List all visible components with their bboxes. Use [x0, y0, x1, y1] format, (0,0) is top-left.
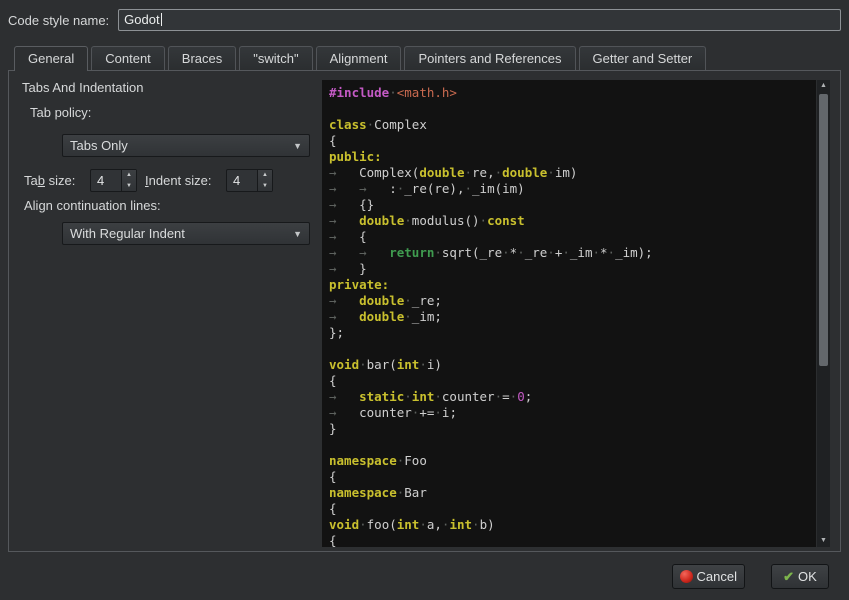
code-line: → → return·sqrt(_re·*·_re·+·_im·*·_im);	[329, 245, 816, 261]
code-line: #include·<math.h>	[329, 85, 816, 101]
align-continuation-lines-value: With Regular Indent	[70, 226, 185, 241]
spin-up-icon[interactable]: ▲	[258, 170, 272, 181]
tab-switch[interactable]: "switch"	[239, 46, 312, 70]
dialog-button-row: Cancel ✔ OK	[672, 564, 829, 589]
name-row: Code style name: Godot	[8, 8, 841, 32]
code-style-name-label: Code style name:	[8, 13, 109, 28]
cancel-button[interactable]: Cancel	[672, 564, 745, 589]
code-line: void·foo(int·a,·int·b)	[329, 517, 816, 533]
code-line: → counter·+=·i;	[329, 405, 816, 421]
tab-content[interactable]: Content	[91, 46, 165, 70]
tabs-and-indentation-group-title: Tabs And Indentation	[22, 80, 143, 95]
cancel-icon	[680, 570, 693, 583]
align-continuation-lines-label: Align continuation lines:	[24, 198, 161, 213]
indent-size-value: 4	[227, 170, 257, 191]
code-line: namespace·Bar	[329, 485, 816, 501]
ok-button-label: OK	[798, 569, 817, 584]
tab-size-stepper[interactable]: 4 ▲ ▼	[90, 169, 137, 192]
code-line: → {}	[329, 197, 816, 213]
code-line: private:	[329, 277, 816, 293]
code-line: {	[329, 533, 816, 547]
align-continuation-lines-dropdown[interactable]: With Regular Indent ▼	[62, 222, 310, 245]
code-line: → }	[329, 261, 816, 277]
spin-up-icon[interactable]: ▲	[122, 170, 136, 181]
tab-pointers-and-references[interactable]: Pointers and References	[404, 46, 575, 70]
indent-size-spin-buttons: ▲ ▼	[257, 170, 272, 191]
code-style-name-value: Godot	[124, 12, 159, 27]
indent-size-label: Indent size:	[145, 169, 212, 192]
cancel-button-label: Cancel	[697, 569, 737, 584]
tab-size-spin-buttons: ▲ ▼	[121, 170, 136, 191]
scrollbar-thumb[interactable]	[819, 94, 828, 366]
code-line: → double·_im;	[329, 309, 816, 325]
code-line: → static·int·counter·=·0;	[329, 389, 816, 405]
spin-down-icon[interactable]: ▼	[258, 181, 272, 192]
code-line: void·bar(int·i)	[329, 357, 816, 373]
tab-general[interactable]: General	[14, 46, 88, 71]
spin-down-icon[interactable]: ▼	[122, 181, 136, 192]
tab-size-label: Tab size:	[24, 169, 75, 192]
code-line	[329, 437, 816, 453]
general-tab-panel: Tabs And Indentation Tab policy: Tabs On…	[8, 70, 841, 552]
code-line: {	[329, 501, 816, 517]
chevron-down-icon: ▼	[293, 229, 302, 240]
code-line: → Complex(double·re,·double·im)	[329, 165, 816, 181]
scrollbar-track[interactable]	[817, 92, 830, 535]
scroll-down-icon[interactable]: ▼	[817, 535, 830, 547]
code-line	[329, 341, 816, 357]
code-style-name-input[interactable]: Godot	[118, 9, 841, 31]
code-line: namespace·Foo	[329, 453, 816, 469]
code-line: }	[329, 421, 816, 437]
scroll-up-icon[interactable]: ▲	[817, 80, 830, 92]
check-icon: ✔	[783, 570, 794, 583]
text-cursor	[161, 13, 162, 26]
ok-button[interactable]: ✔ OK	[771, 564, 829, 589]
tab-getter-and-setter[interactable]: Getter and Setter	[579, 46, 707, 70]
code-line: → → :·_re(re),·_im(im)	[329, 181, 816, 197]
code-line	[329, 101, 816, 117]
tab-alignment[interactable]: Alignment	[316, 46, 402, 70]
tab-policy-value: Tabs Only	[70, 138, 128, 153]
tab-policy-dropdown[interactable]: Tabs Only ▼	[62, 134, 310, 157]
tab-braces[interactable]: Braces	[168, 46, 236, 70]
code-preview: #include·<math.h>class·Complex{public:→ …	[322, 80, 830, 547]
code-line: class·Complex	[329, 117, 816, 133]
code-line: {	[329, 133, 816, 149]
indent-size-stepper[interactable]: 4 ▲ ▼	[226, 169, 273, 192]
code-line: {	[329, 469, 816, 485]
code-line: → double·_re;	[329, 293, 816, 309]
tab-policy-label: Tab policy:	[30, 105, 91, 120]
code-line: {	[329, 373, 816, 389]
code-line: };	[329, 325, 816, 341]
preview-scrollbar[interactable]: ▲ ▼	[816, 80, 830, 547]
code-preview-text: #include·<math.h>class·Complex{public:→ …	[322, 80, 816, 547]
code-line: → double·modulus()·const	[329, 213, 816, 229]
chevron-down-icon: ▼	[293, 141, 302, 152]
tab-size-value: 4	[91, 170, 121, 191]
tab-bar: General Content Braces "switch" Alignmen…	[14, 46, 709, 71]
code-line: public:	[329, 149, 816, 165]
code-line: → {	[329, 229, 816, 245]
